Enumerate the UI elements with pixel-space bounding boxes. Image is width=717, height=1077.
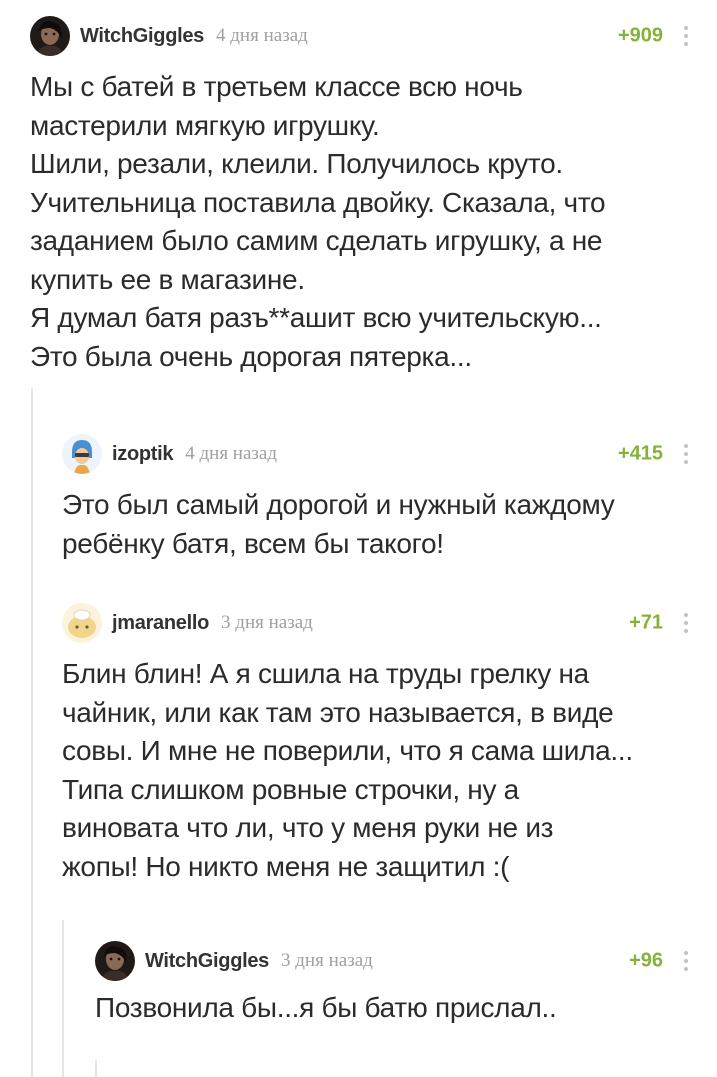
thread-line-level-2 bbox=[62, 920, 64, 1077]
comment: jmaranello 3 дня назад +71 Блин блин! А … bbox=[62, 603, 695, 886]
user-avatar-icon[interactable] bbox=[30, 16, 70, 56]
comment-text: Это был самый дорогой и нужный каждому р… bbox=[62, 489, 615, 559]
timestamp[interactable]: 4 дня назад bbox=[216, 25, 308, 47]
rating: +71 bbox=[629, 611, 663, 634]
username[interactable]: jmaranello bbox=[112, 612, 209, 635]
username[interactable]: izoptik bbox=[112, 443, 174, 466]
more-vertical-icon[interactable] bbox=[677, 612, 695, 634]
comment-header: WitchGiggles 4 дня назад +909 bbox=[30, 16, 695, 56]
timestamp[interactable]: 3 дня назад bbox=[281, 950, 373, 972]
comment-header: jmaranello 3 дня назад +71 bbox=[62, 603, 695, 643]
user-avatar-icon[interactable] bbox=[62, 603, 102, 643]
rating: +415 bbox=[617, 442, 663, 465]
timestamp[interactable]: 3 дня назад bbox=[221, 612, 313, 634]
comment: WitchGiggles 3 дня назад +96 Позвонила б… bbox=[95, 941, 695, 1028]
comment: izoptik 4 дня назад +415 Это был самый д… bbox=[62, 434, 695, 563]
comment: WitchGiggles 4 дня назад +909 Мы с батей… bbox=[30, 16, 695, 376]
username[interactable]: WitchGiggles bbox=[80, 25, 204, 48]
thread-line-level-3 bbox=[95, 1060, 97, 1077]
timestamp[interactable]: 4 дня назад bbox=[185, 443, 277, 465]
comment-header: WitchGiggles 3 дня назад +96 bbox=[95, 941, 695, 981]
more-vertical-icon[interactable] bbox=[677, 25, 695, 47]
comment-text: Блин блин! А я сшила на труды грелку на … bbox=[62, 658, 633, 882]
more-vertical-icon[interactable] bbox=[677, 443, 695, 465]
comment-text: Мы с батей в третьем классе всю ночь мас… bbox=[30, 71, 606, 372]
username[interactable]: WitchGiggles bbox=[145, 950, 269, 973]
user-avatar-icon[interactable] bbox=[95, 941, 135, 981]
more-vertical-icon[interactable] bbox=[677, 950, 695, 972]
rating: +96 bbox=[629, 949, 663, 972]
comment-text: Позвонила бы...я бы батю прислал.. bbox=[95, 992, 557, 1023]
rating: +909 bbox=[617, 24, 663, 47]
thread-line-level-1 bbox=[31, 388, 33, 1077]
comment-header: izoptik 4 дня назад +415 bbox=[62, 434, 695, 474]
user-avatar-icon[interactable] bbox=[62, 434, 102, 474]
